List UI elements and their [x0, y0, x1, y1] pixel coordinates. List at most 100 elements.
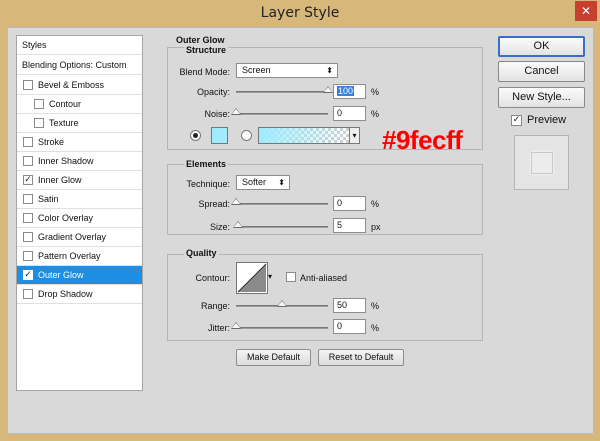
style-checkbox[interactable]: ✓: [23, 270, 33, 280]
style-checkbox[interactable]: [23, 213, 33, 223]
solid-color-radio[interactable]: [190, 130, 201, 141]
style-item-texture[interactable]: Texture: [17, 114, 142, 133]
size-label: Size:: [209, 222, 230, 232]
style-checkbox[interactable]: [23, 232, 33, 242]
styles-header[interactable]: Styles: [17, 36, 142, 55]
range-value: 50: [337, 300, 348, 310]
preview-layer-sample: [531, 152, 553, 174]
jitter-slider-thumb[interactable]: [231, 322, 241, 329]
noise-label: Noise:: [204, 109, 230, 119]
style-checkbox[interactable]: [23, 137, 33, 147]
opacity-slider-track[interactable]: [236, 91, 328, 93]
style-item-bevel-emboss[interactable]: Bevel & Emboss: [17, 76, 142, 95]
style-checkbox[interactable]: [23, 289, 33, 299]
size-value: 5: [337, 220, 343, 230]
opacity-label: Opacity:: [196, 87, 230, 97]
style-item-label: Color Overlay: [38, 213, 94, 223]
range-unit: %: [371, 301, 380, 311]
style-item-inner-shadow[interactable]: Inner Shadow: [17, 152, 142, 171]
blend-mode-label: Blend Mode:: [179, 67, 230, 77]
jitter-input[interactable]: 0: [333, 319, 366, 334]
range-input[interactable]: 50: [333, 298, 366, 313]
styles-list: Styles Blending Options: Custom Bevel & …: [16, 35, 143, 391]
reset-to-default-button[interactable]: Reset to Default: [318, 349, 404, 366]
style-checkbox[interactable]: [23, 156, 33, 166]
blend-mode-select[interactable]: Screen ⬍: [236, 63, 338, 78]
style-item-label: Pattern Overlay: [38, 251, 101, 261]
size-slider-thumb[interactable]: [232, 221, 243, 228]
technique-select[interactable]: Softer ⬍: [236, 175, 290, 190]
gradient-picker[interactable]: [258, 127, 350, 144]
elements-title: Elements: [184, 159, 229, 169]
style-checkbox[interactable]: [23, 251, 33, 261]
style-item-inner-glow[interactable]: ✓ Inner Glow: [17, 171, 142, 190]
size-slider-track[interactable]: [236, 226, 328, 228]
contour-dropdown-arrow-icon[interactable]: ▾: [266, 262, 274, 294]
hex-annotation: #9fecff: [382, 125, 463, 155]
ok-button[interactable]: OK: [498, 36, 585, 57]
opacity-unit: %: [371, 87, 380, 97]
style-item-satin[interactable]: Satin: [17, 190, 142, 209]
preview-checkbox[interactable]: ✓: [511, 115, 522, 126]
anti-aliased-label: Anti-aliased: [300, 273, 348, 283]
style-item-contour[interactable]: Contour: [17, 95, 142, 114]
cancel-button[interactable]: Cancel: [498, 61, 585, 82]
contour-picker[interactable]: [236, 262, 268, 294]
opacity-slider-thumb[interactable]: [323, 86, 333, 93]
size-input[interactable]: 5: [333, 218, 366, 233]
style-checkbox[interactable]: [23, 80, 33, 90]
style-item-label: Satin: [38, 194, 59, 204]
noise-value: 0: [337, 108, 343, 118]
style-item-gradient-overlay[interactable]: Gradient Overlay: [17, 228, 142, 247]
jitter-label: Jitter:: [207, 323, 230, 333]
opacity-input[interactable]: 100: [333, 84, 366, 99]
style-checkbox[interactable]: [23, 194, 33, 204]
glow-color-swatch[interactable]: [211, 127, 228, 144]
style-checkbox[interactable]: [34, 118, 44, 128]
style-item-label: Inner Glow: [38, 175, 82, 185]
contour-label: Contour:: [195, 273, 230, 283]
style-checkbox[interactable]: [34, 99, 44, 109]
updown-arrows-icon: ⬍: [326, 66, 333, 75]
jitter-unit: %: [371, 323, 380, 333]
gradient-dropdown-arrow-icon[interactable]: ▾: [349, 127, 360, 144]
make-default-button[interactable]: Make Default: [236, 349, 311, 366]
style-item-label: Texture: [49, 118, 79, 128]
noise-slider-track[interactable]: [236, 113, 328, 115]
blend-mode-value: Screen: [242, 65, 271, 75]
opacity-value: 100: [337, 86, 355, 96]
noise-unit: %: [371, 109, 380, 119]
style-item-drop-shadow[interactable]: Drop Shadow: [17, 285, 142, 304]
spread-slider-track[interactable]: [236, 203, 328, 205]
panel-title: Outer Glow: [176, 35, 225, 45]
style-checkbox[interactable]: ✓: [23, 175, 33, 185]
blending-options-item[interactable]: Blending Options: Custom: [17, 56, 142, 75]
style-item-pattern-overlay[interactable]: Pattern Overlay: [17, 247, 142, 266]
range-slider-thumb[interactable]: [277, 300, 287, 307]
style-item-color-overlay[interactable]: Color Overlay: [17, 209, 142, 228]
quality-title: Quality: [184, 248, 219, 258]
anti-aliased-checkbox[interactable]: [286, 272, 296, 282]
spread-unit: %: [371, 199, 380, 209]
style-item-outer-glow[interactable]: ✓ Outer Glow: [17, 266, 142, 285]
structure-title: Structure: [184, 45, 229, 55]
style-item-label: Stroke: [38, 137, 65, 147]
noise-input[interactable]: 0: [333, 106, 366, 121]
noise-slider-thumb[interactable]: [231, 108, 241, 115]
styles-header-label: Styles: [22, 40, 47, 50]
style-item-label: Outer Glow: [38, 270, 84, 280]
jitter-slider-track[interactable]: [236, 327, 328, 329]
window-title: Layer Style: [260, 5, 340, 21]
spread-input[interactable]: 0: [333, 196, 366, 211]
gradient-radio[interactable]: [241, 130, 252, 141]
updown-arrows-icon: ⬍: [278, 178, 285, 187]
spread-label: Spread:: [198, 199, 230, 209]
new-style-button[interactable]: New Style...: [498, 87, 585, 108]
range-label: Range:: [200, 301, 230, 311]
style-item-stroke[interactable]: Stroke: [17, 133, 142, 152]
spread-slider-thumb[interactable]: [231, 198, 241, 205]
preview-thumbnail: [514, 135, 569, 190]
close-icon[interactable]: ✕: [575, 1, 597, 21]
size-unit: px: [371, 222, 381, 232]
style-item-label: Contour: [49, 99, 82, 109]
